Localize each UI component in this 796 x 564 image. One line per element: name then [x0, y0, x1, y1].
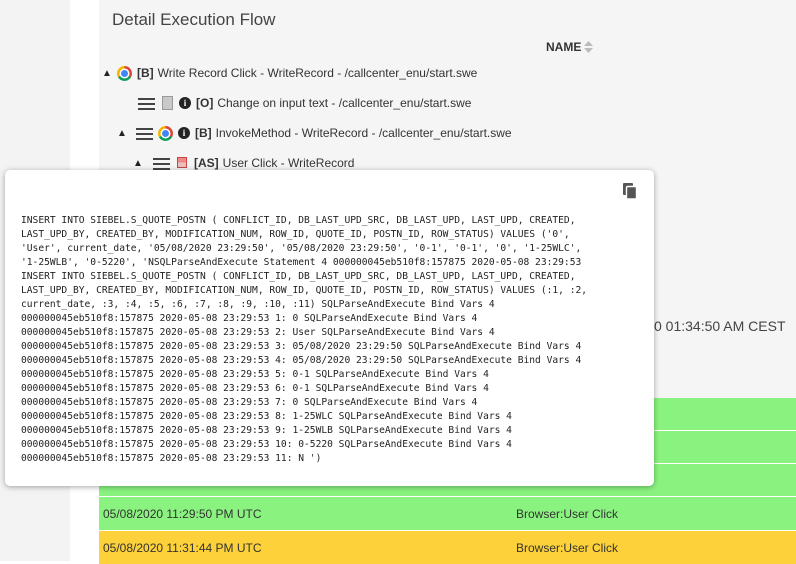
- drag-handle-icon[interactable]: [153, 157, 170, 170]
- tree-node-write-record[interactable]: ▲ [B] Write Record Click - WriteRecord -…: [102, 64, 477, 82]
- drag-handle-icon[interactable]: [138, 97, 155, 110]
- node-tag: [AS]: [194, 156, 219, 170]
- node-label: User Click - WriteRecord: [222, 156, 355, 170]
- chevron-up-icon[interactable]: ▲: [117, 128, 127, 139]
- node-label: InvokeMethod - WriteRecord - /callcenter…: [215, 126, 512, 140]
- tree-node-invoke-method[interactable]: ▲ i [B] InvokeMethod - WriteRecord - /ca…: [117, 124, 512, 142]
- chrome-icon: [158, 125, 173, 141]
- node-label: Change on input text - /callcenter_enu/s…: [217, 96, 472, 110]
- node-tag: [B]: [195, 126, 212, 140]
- user-click-icon: [176, 156, 188, 170]
- sort-icon[interactable]: [584, 41, 593, 53]
- info-icon[interactable]: i: [178, 127, 190, 139]
- table-row[interactable]: 05/08/2020 11:29:50 PM UTC Browser:User …: [99, 497, 796, 531]
- row-timestamp: 05/08/2020 11:31:44 PM UTC: [103, 540, 262, 555]
- panel-title: Detail Execution Flow: [112, 10, 276, 29]
- node-tag: [O]: [196, 96, 214, 110]
- chrome-icon: [117, 65, 132, 81]
- tree-node-change-input[interactable]: i [O] Change on input text - /callcenter…: [138, 94, 471, 112]
- row-name: Browser:User Click: [516, 540, 619, 555]
- copy-icon[interactable]: [622, 182, 638, 200]
- sql-detail-popup: INSERT INTO SIEBEL.S_QUOTE_POSTN ( CONFL…: [5, 170, 654, 486]
- row-name: Browser:User Click: [516, 506, 619, 521]
- document-icon: [162, 96, 173, 110]
- node-tag: [B]: [137, 66, 154, 80]
- partial-timestamp: 0 01:34:50 AM CEST: [654, 318, 786, 334]
- chevron-up-icon[interactable]: ▲: [102, 68, 112, 79]
- table-row[interactable]: 05/08/2020 11:31:44 PM UTC Browser:User …: [99, 531, 796, 564]
- row-timestamp: 05/08/2020 11:29:50 PM UTC: [103, 506, 262, 521]
- name-column-header[interactable]: NAME: [546, 40, 581, 54]
- info-icon[interactable]: i: [179, 97, 191, 109]
- chevron-up-icon[interactable]: ▲: [133, 158, 143, 169]
- sql-text: INSERT INTO SIEBEL.S_QUOTE_POSTN ( CONFL…: [21, 215, 588, 464]
- drag-handle-icon[interactable]: [136, 127, 153, 140]
- node-label: Write Record Click - WriteRecord - /call…: [157, 66, 478, 80]
